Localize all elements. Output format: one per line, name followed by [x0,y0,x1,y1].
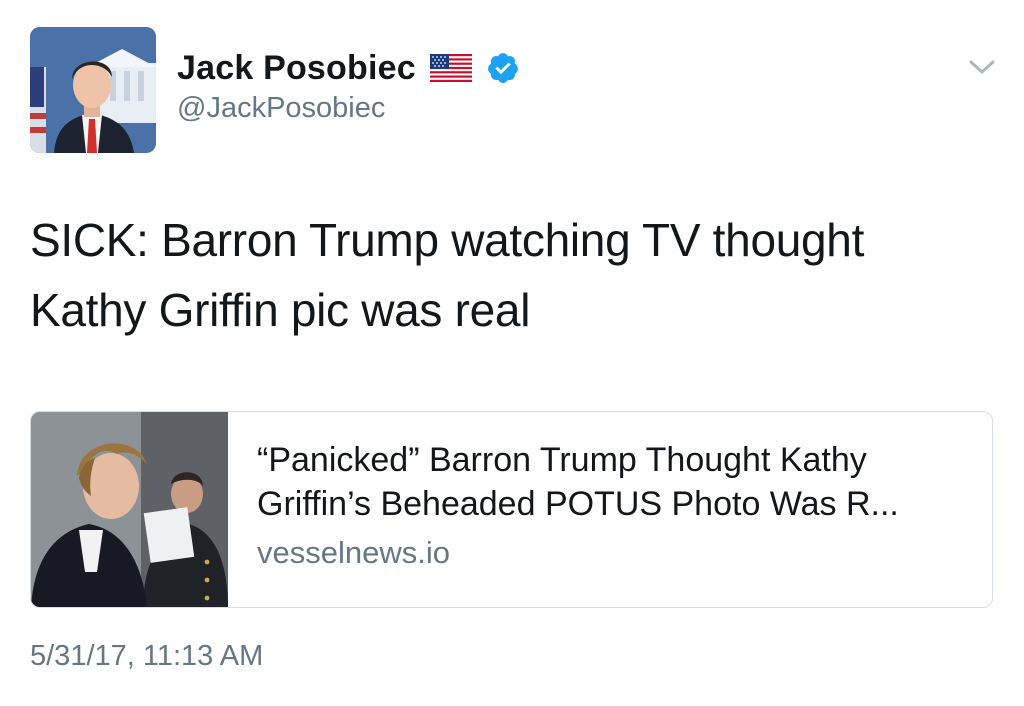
chevron-down-icon [969,60,995,74]
link-card-domain: vesselnews.io [257,535,450,570]
link-card-thumbnail [31,412,228,607]
tweet-text: SICK: Barron Trump watching TV thought K… [30,214,865,336]
tweet-menu-button[interactable] [966,55,998,79]
link-card-title: “Panicked” Barron Trump Thought Kathy Gr… [257,441,899,523]
verified-badge-icon [486,51,520,85]
avatar[interactable] [30,27,156,153]
link-card[interactable]: “Panicked” Barron Trump Thought Kathy Gr… [30,411,993,608]
avatar-photo [30,27,156,153]
author-header: Jack Posobiec [177,46,520,90]
tweet-timestamp[interactable]: 5/31/17, 11:13 AM [30,640,263,673]
author-name[interactable]: Jack Posobiec [177,49,416,88]
us-flag-icon [429,54,472,82]
author-handle[interactable]: @JackPosobiec [177,92,385,125]
